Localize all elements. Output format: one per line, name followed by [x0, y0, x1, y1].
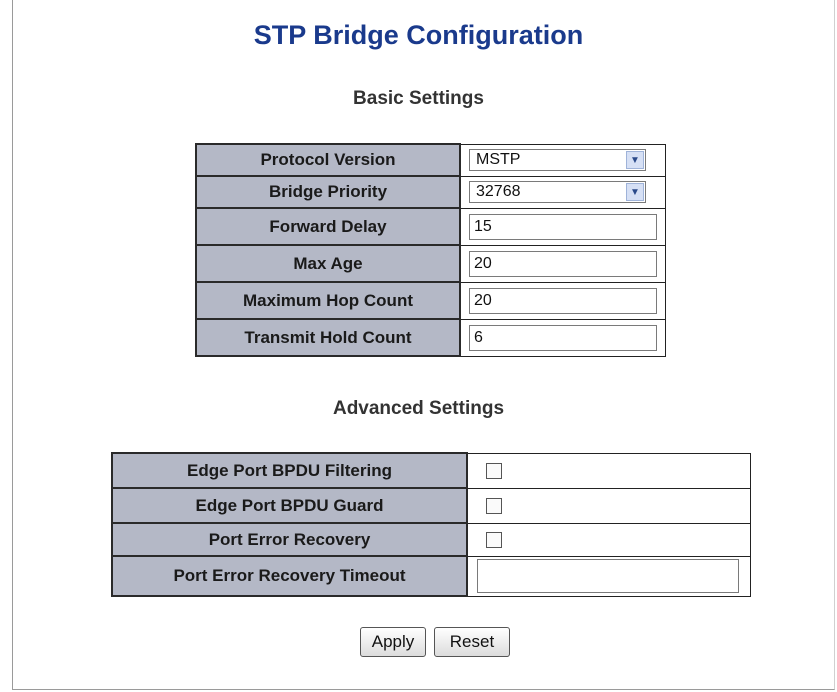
advanced-settings-table: Edge Port BPDU Filtering Edge Port BPDU …: [111, 452, 751, 597]
apply-button[interactable]: Apply: [360, 627, 426, 657]
max-age-label: Max Age: [195, 244, 461, 283]
port-error-recovery-cell: [466, 522, 751, 557]
edge-bpdu-filtering-row: Edge Port BPDU Filtering: [111, 452, 751, 489]
port-error-recovery-checkbox[interactable]: [486, 531, 502, 548]
bridge-priority-select[interactable]: 32768 ▼: [469, 181, 646, 203]
chevron-down-icon[interactable]: ▼: [626, 151, 644, 169]
edge-bpdu-guard-row: Edge Port BPDU Guard: [111, 487, 751, 524]
advanced-settings-title: Advanced Settings: [332, 398, 505, 419]
basic-settings-title: Basic Settings: [353, 88, 484, 109]
transmit-hold-count-label: Transmit Hold Count: [195, 318, 461, 357]
chevron-down-icon[interactable]: ▼: [626, 183, 644, 201]
port-error-recovery-timeout-cell: [466, 555, 751, 597]
forward-delay-cell: [459, 207, 666, 246]
max-age-input[interactable]: [469, 250, 657, 277]
edge-bpdu-guard-checkbox[interactable]: [486, 497, 502, 514]
edge-bpdu-filtering-label: Edge Port BPDU Filtering: [111, 452, 468, 489]
port-error-recovery-row: Port Error Recovery: [111, 522, 751, 557]
port-error-recovery-label: Port Error Recovery: [111, 522, 468, 557]
basic-settings-table: Protocol Version MSTP ▼ Bridge Priority …: [195, 143, 666, 357]
forward-delay-label: Forward Delay: [195, 207, 461, 246]
bridge-priority-cell: 32768 ▼: [459, 175, 666, 209]
port-error-recovery-timeout-row: Port Error Recovery Timeout: [111, 555, 751, 597]
transmit-hold-count-input[interactable]: [469, 324, 657, 351]
max-hop-count-row: Maximum Hop Count: [195, 281, 666, 320]
forward-delay-row: Forward Delay: [195, 207, 666, 246]
protocol-version-select[interactable]: MSTP ▼: [469, 149, 646, 171]
max-hop-count-input[interactable]: [469, 287, 657, 314]
max-hop-count-cell: [459, 281, 666, 320]
port-error-recovery-timeout-input[interactable]: [477, 559, 739, 593]
page-title: STP Bridge Configuration: [253, 20, 584, 50]
max-age-cell: [459, 244, 666, 283]
protocol-version-value: MSTP: [476, 151, 521, 168]
bridge-priority-value: 32768: [476, 183, 521, 200]
transmit-hold-count-cell: [459, 318, 666, 357]
port-error-recovery-timeout-label: Port Error Recovery Timeout: [111, 555, 468, 597]
edge-bpdu-filtering-checkbox[interactable]: [486, 462, 502, 479]
forward-delay-input[interactable]: [469, 213, 657, 240]
max-age-row: Max Age: [195, 244, 666, 283]
protocol-version-row: Protocol Version MSTP ▼: [195, 143, 666, 177]
bridge-priority-label: Bridge Priority: [195, 175, 461, 209]
protocol-version-label: Protocol Version: [195, 143, 461, 177]
transmit-hold-count-row: Transmit Hold Count: [195, 318, 666, 357]
edge-bpdu-guard-cell: [466, 487, 751, 524]
protocol-version-cell: MSTP ▼: [459, 143, 666, 177]
bridge-priority-row: Bridge Priority 32768 ▼: [195, 175, 666, 209]
edge-bpdu-filtering-cell: [466, 452, 751, 489]
edge-bpdu-guard-label: Edge Port BPDU Guard: [111, 487, 468, 524]
max-hop-count-label: Maximum Hop Count: [195, 281, 461, 320]
reset-button[interactable]: Reset: [434, 627, 510, 657]
